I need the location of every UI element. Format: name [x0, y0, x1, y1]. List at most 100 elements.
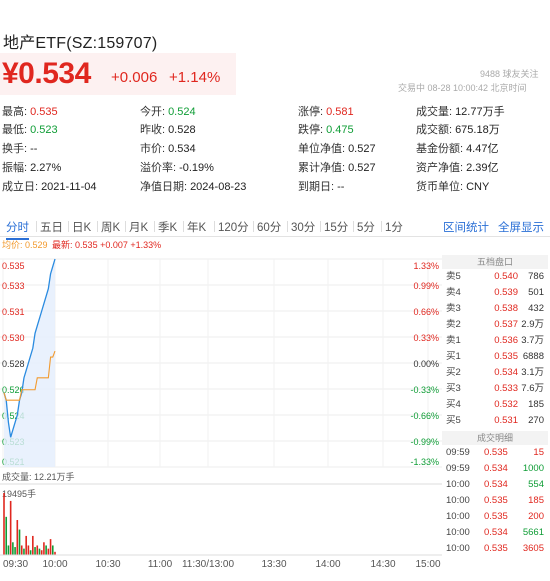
trade-row[interactable]: 09:59 0.535 15 — [442, 445, 548, 461]
trade-price: 0.535 — [484, 543, 508, 554]
avg-price-legend: 均价: 0.529 — [2, 240, 48, 250]
y-tick-label: 0.535 — [2, 261, 25, 271]
order-book-row[interactable]: 买2 0.534 3.1万 — [442, 365, 548, 381]
stat-item: 资产净值: 2.39亿 — [416, 159, 498, 175]
volume-bar — [36, 545, 39, 555]
volume-bar — [34, 547, 36, 555]
tab-11[interactable]: 5分 — [357, 219, 375, 235]
stat-item: 基金份额: 4.47亿 — [416, 140, 498, 156]
trade-row[interactable]: 10:00 0.535 185 — [442, 493, 548, 509]
stat-label: 振幅: — [2, 162, 28, 174]
tab-5[interactable]: 季K — [158, 219, 177, 235]
tab-divider — [381, 221, 382, 232]
tab-1[interactable]: 五日 — [40, 219, 63, 235]
order-book-row[interactable]: 卖2 0.537 2.9万 — [442, 317, 548, 333]
trade-row[interactable]: 09:59 0.534 1000 — [442, 461, 548, 477]
order-price: 0.540 — [494, 271, 518, 282]
order-qty: 786 — [528, 271, 544, 282]
stat-value: 2024-08-23 — [190, 181, 247, 193]
chart-legend: 均价: 0.529 最新: 0.535 +0.007 +1.33% — [2, 238, 161, 251]
volume-bar — [12, 542, 14, 555]
order-book-row[interactable]: 卖1 0.536 3.7万 — [442, 333, 548, 349]
tab-10[interactable]: 15分 — [324, 219, 348, 235]
trade-price: 0.534 — [484, 463, 508, 474]
tab-0[interactable]: 分时 — [6, 219, 29, 240]
trade-time: 10:00 — [446, 543, 470, 554]
trade-row[interactable]: 10:00 0.535 200 — [442, 509, 548, 525]
order-book-row[interactable]: 卖3 0.538 432 — [442, 301, 548, 317]
trade-qty: 5661 — [522, 527, 544, 538]
stat-label: 成交额: — [416, 124, 453, 136]
stat-label: 最高: — [2, 106, 28, 118]
stat-value: CNY — [466, 181, 490, 193]
volume-bar — [51, 545, 54, 555]
order-level: 买5 — [446, 415, 461, 426]
fullscreen-link[interactable]: 全屏显示 — [498, 219, 544, 235]
order-book-row[interactable]: 买5 0.531 270 — [442, 413, 548, 429]
trades-rows: 09:59 0.535 15 09:59 0.534 1000 10:00 0.534 554 1… — [442, 445, 548, 557]
volume-bar — [3, 493, 5, 555]
order-price: 0.534 — [494, 367, 518, 378]
stat-item: 单位净值: 0.527 — [298, 140, 376, 156]
stat-label: 今开: — [140, 106, 166, 118]
trades-header: 成交明细 — [442, 431, 548, 445]
trade-price: 0.535 — [484, 447, 508, 458]
tab-divider — [287, 221, 288, 232]
trade-price: 0.534 — [484, 479, 508, 490]
order-level: 卖3 — [446, 303, 461, 314]
trade-row[interactable]: 10:00 0.534 5661 — [442, 525, 548, 541]
order-price: 0.539 — [494, 287, 518, 298]
volume-bar — [14, 547, 16, 555]
stat-value: 0.581 — [326, 106, 354, 118]
order-qty: 2.9万 — [521, 319, 544, 330]
x-tick-label: 10:00 — [42, 559, 67, 570]
order-book-rows: 卖5 0.540 786 卖4 0.539 501 卖3 0.538 432 卖2 0.537 2.9… — [442, 269, 548, 429]
follower-count[interactable]: 9488 球友关注 — [480, 67, 539, 80]
order-book-row[interactable]: 卖4 0.539 501 — [442, 285, 548, 301]
stat-value: 0.527 — [348, 162, 376, 174]
tab-divider — [125, 221, 126, 232]
order-level: 卖5 — [446, 271, 461, 282]
volume-bar — [18, 529, 21, 555]
y-tick-label: 0.533 — [2, 281, 25, 291]
tab-9[interactable]: 30分 — [291, 219, 315, 235]
volume-bar — [27, 545, 30, 555]
trade-time: 09:59 — [446, 463, 470, 474]
tab-divider — [36, 221, 37, 232]
volume-label: 成交量: 12.21万手 — [2, 471, 75, 482]
y-tick-label: 0.528 — [2, 359, 25, 369]
order-book-row[interactable]: 卖5 0.540 786 — [442, 269, 548, 285]
stat-item: 换手: -- — [2, 140, 37, 156]
tab-2[interactable]: 日K — [72, 219, 91, 235]
tab-12[interactable]: 1分 — [385, 219, 403, 235]
order-book-row[interactable]: 买1 0.535 6888 — [442, 349, 548, 365]
order-price: 0.533 — [494, 383, 518, 394]
order-price: 0.531 — [494, 415, 518, 426]
stat-value: 2021-11-04 — [41, 181, 97, 193]
trade-row[interactable]: 10:00 0.534 554 — [442, 477, 548, 493]
price-change-percent: +1.14% — [169, 69, 221, 86]
tab-7[interactable]: 120分 — [218, 219, 249, 235]
trade-row[interactable]: 10:00 0.535 3605 — [442, 541, 548, 557]
tab-4[interactable]: 月K — [129, 219, 148, 235]
stat-item: 最高: 0.535 — [2, 103, 58, 119]
volume-bar — [47, 548, 50, 555]
trade-time: 10:00 — [446, 479, 470, 490]
order-book-row[interactable]: 买4 0.532 185 — [442, 397, 548, 413]
tab-3[interactable]: 周K — [101, 219, 120, 235]
tab-6[interactable]: 年K — [187, 219, 206, 235]
current-price: ¥0.534 — [2, 57, 91, 90]
trade-qty: 15 — [533, 447, 544, 458]
pct-tick-label: 0.99% — [413, 281, 439, 291]
trade-qty: 185 — [528, 495, 544, 506]
stat-label: 货币单位: — [416, 181, 464, 193]
trade-price: 0.535 — [484, 511, 508, 522]
tab-8[interactable]: 60分 — [257, 219, 281, 235]
stat-item: 昨收: 0.528 — [140, 121, 196, 137]
order-qty: 3.7万 — [521, 335, 544, 346]
range-stats-link[interactable]: 区间统计 — [443, 219, 489, 235]
stat-value: 0.524 — [168, 106, 196, 118]
intraday-chart[interactable]: 0.5350.5330.5310.5300.5280.5260.5240.523… — [0, 237, 442, 581]
stat-value: -0.19% — [179, 162, 214, 174]
order-book-row[interactable]: 买3 0.533 7.6万 — [442, 381, 548, 397]
